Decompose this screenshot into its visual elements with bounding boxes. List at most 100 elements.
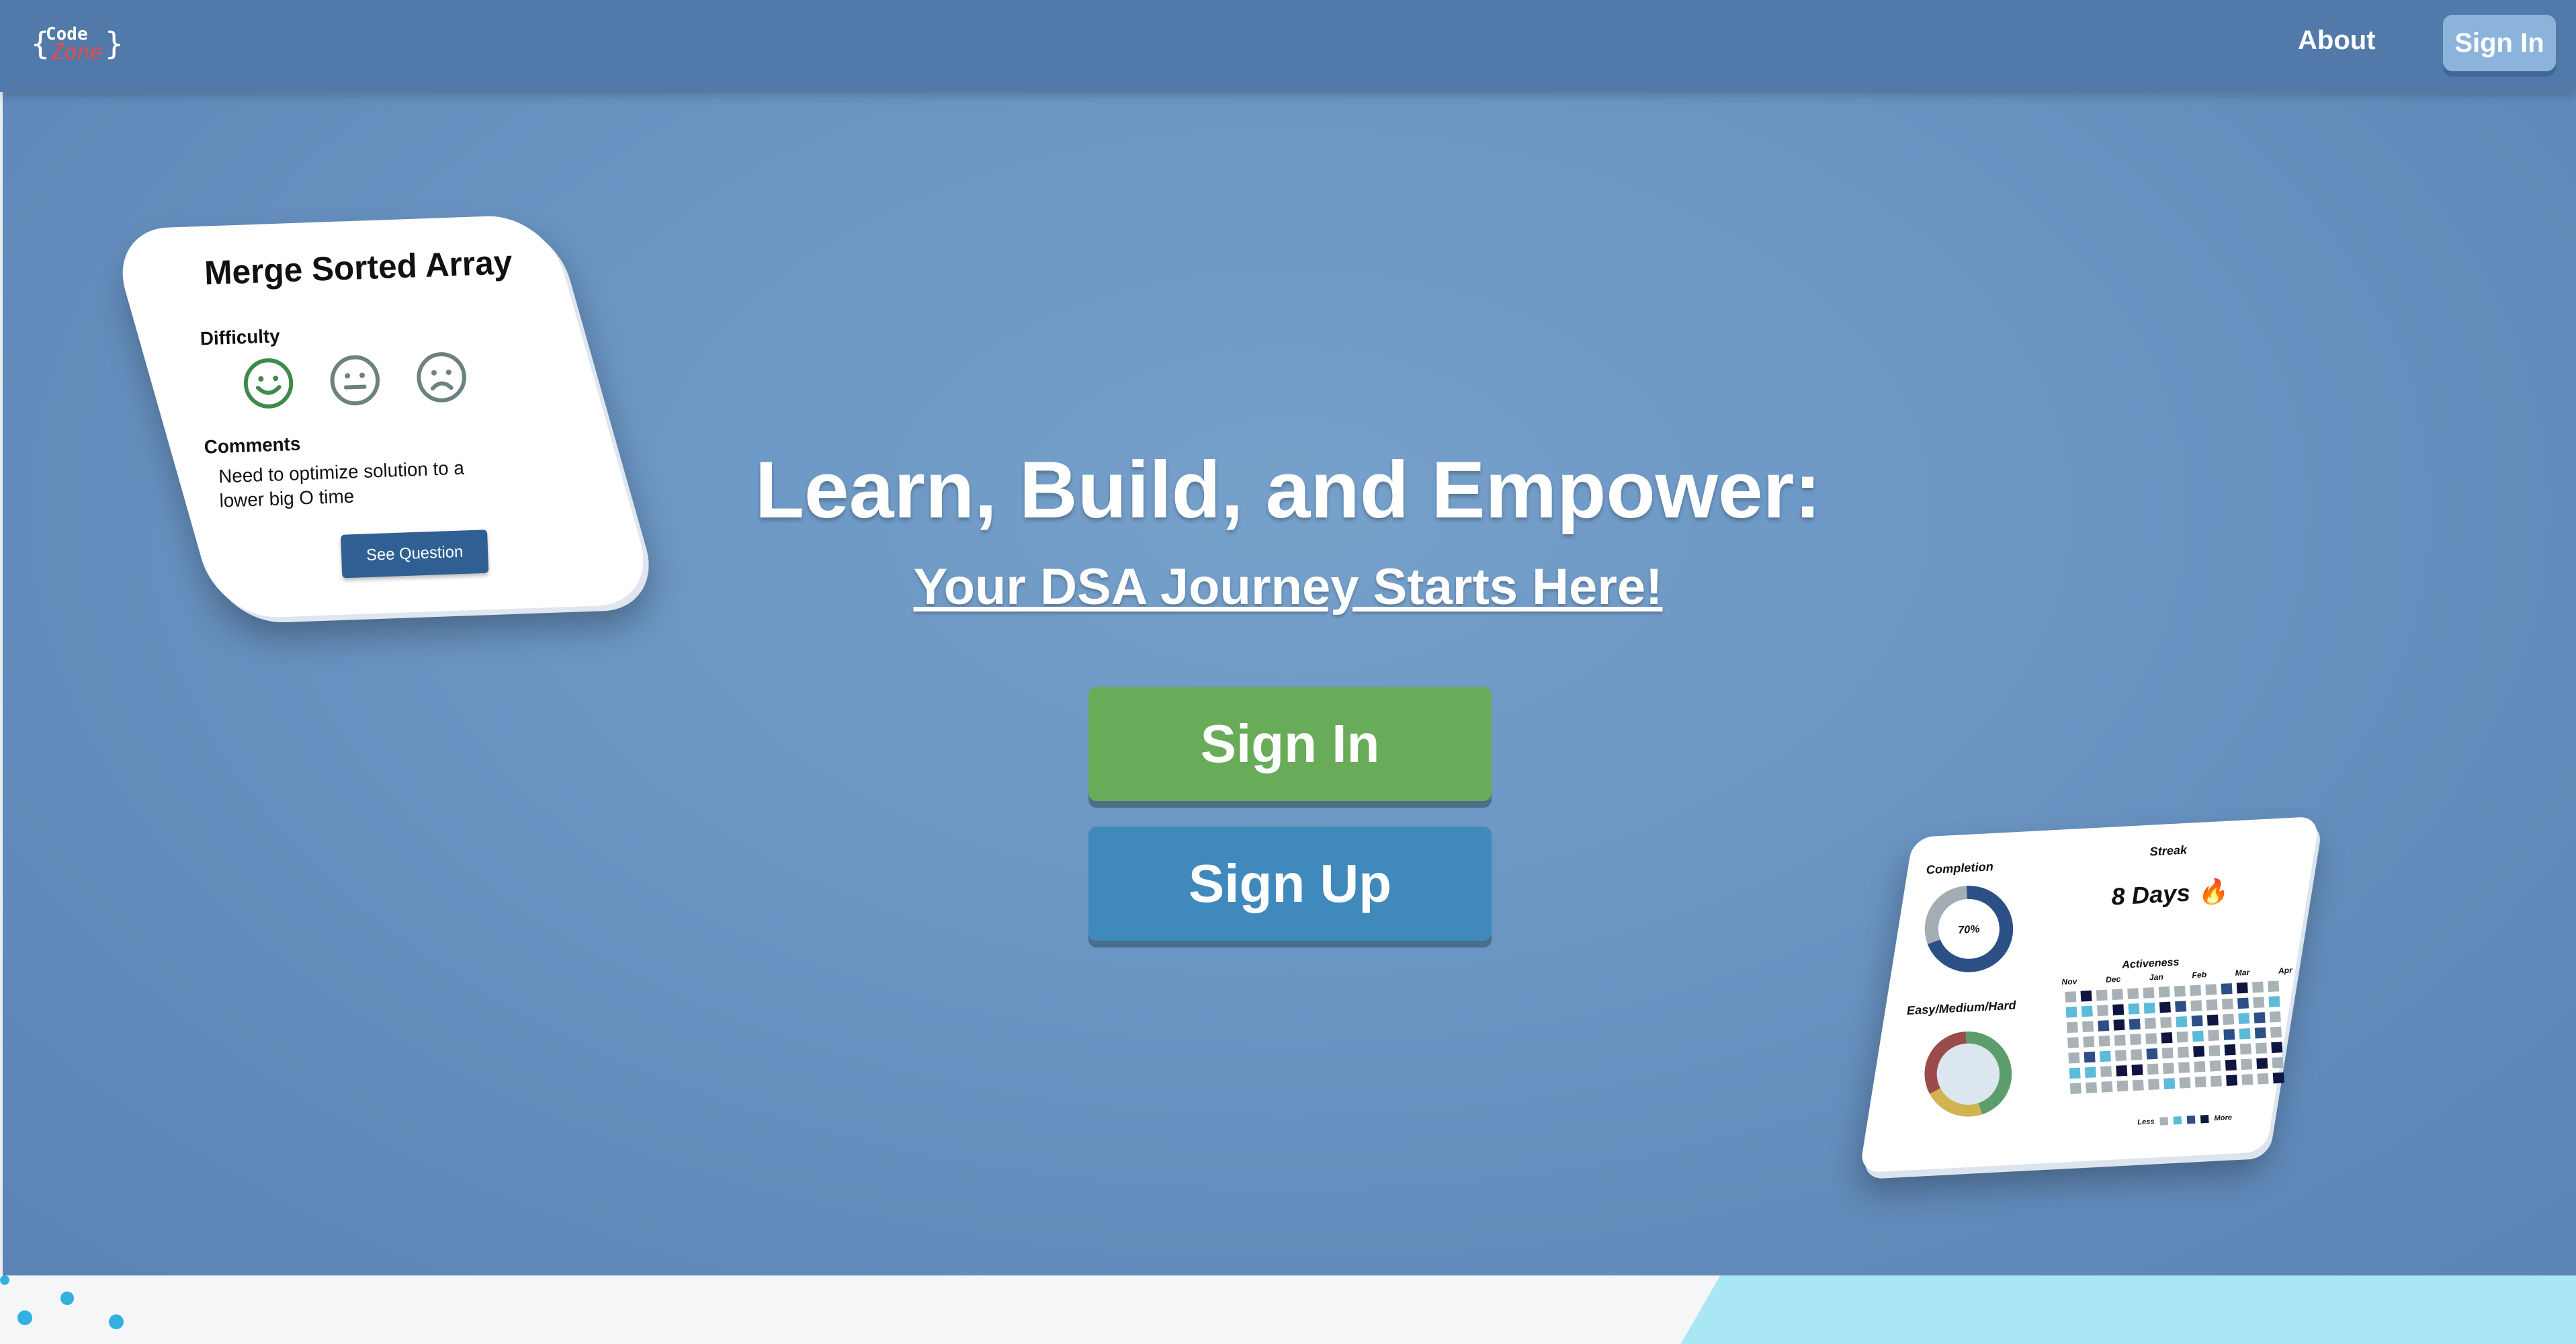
heatmap-cell [2116, 1065, 2128, 1077]
heatmap-cell [2113, 1019, 2125, 1031]
heatmap-cell [2236, 982, 2248, 994]
heatmap-cell [2160, 1017, 2172, 1028]
logo[interactable]: { Code Zone } [31, 24, 125, 65]
signup-button[interactable]: Sign Up [1088, 827, 1492, 941]
heatmap-cell [2209, 1060, 2221, 1072]
smile-face-icon[interactable] [241, 355, 296, 411]
heatmap-cell [2257, 1073, 2269, 1085]
streak-label: Streak [2149, 843, 2188, 859]
completion-donut: 70% [1924, 886, 2014, 972]
heatmap-cell [2128, 1003, 2140, 1015]
sad-face-icon[interactable] [414, 349, 469, 405]
footer-strip [0, 1275, 2576, 1344]
heatmap-cell [2098, 1020, 2110, 1032]
heatmap-cell [2272, 1057, 2284, 1068]
heatmap-cell [2223, 1029, 2235, 1040]
heatmap-cell [2066, 1021, 2078, 1034]
heatmap-cell [2111, 989, 2124, 1001]
heatmap-cell [2191, 1015, 2203, 1027]
heatmap-cell [2147, 1063, 2159, 1075]
heatmap-cell [2097, 1005, 2109, 1017]
see-question-button[interactable]: See Question [341, 530, 489, 579]
heatmap-cell [2158, 986, 2170, 998]
heatmap-cell [2225, 1059, 2237, 1071]
nav-about-link[interactable]: About [2298, 26, 2376, 56]
heatmap-cell [2252, 981, 2264, 993]
comments-label: Comments [204, 433, 301, 458]
difficulty-label: Difficulty [200, 325, 281, 349]
heatmap-cell [2067, 1037, 2079, 1048]
decor-dot [17, 1310, 32, 1325]
heatmap-cell [2210, 1075, 2222, 1087]
heatmap-cell [2112, 1004, 2124, 1015]
nav-signin-button[interactable]: Sign In [2443, 15, 2556, 71]
comment-text: Need to optimize solution to a lower big… [218, 457, 465, 511]
heatmap-cell [2131, 1064, 2143, 1076]
heatmap-cell [2068, 1052, 2080, 1064]
heatmap-cell [2221, 998, 2233, 1010]
heatmap-cell [2161, 1047, 2174, 1059]
heatmap-cell [2145, 1033, 2157, 1044]
month-label: Nov [2061, 976, 2077, 987]
heatmap-cell [2086, 1082, 2098, 1093]
heatmap-cell [2190, 984, 2202, 997]
heatmap-cell [2069, 1083, 2081, 1095]
heatmap-cell [2239, 1043, 2251, 1055]
fire-icon: 🔥 [2196, 877, 2229, 906]
heatmap-cell [2161, 1032, 2173, 1044]
heatmap-cell [2190, 1000, 2202, 1011]
heatmap-cell [2174, 985, 2186, 997]
logo-text-zone: Zone [51, 39, 103, 65]
month-label: Jan [2149, 972, 2164, 982]
heatmap-cell [2129, 1034, 2142, 1046]
heatmap-cell [2192, 1030, 2204, 1042]
heatmap-cell [2101, 1081, 2113, 1093]
legend-swatch [2186, 1116, 2196, 1124]
heatmap-cell [2065, 1006, 2077, 1018]
heatmap-cell [2268, 980, 2280, 993]
heatmap-cell [2083, 1036, 2095, 1048]
month-label: Dec [2105, 974, 2121, 984]
heatmap-cell [2131, 1049, 2143, 1060]
heatmap-cell [2268, 996, 2280, 1007]
heatmap-cell [2241, 1074, 2253, 1085]
heatmap-cell [2096, 989, 2108, 1001]
decor-dot [109, 1314, 124, 1329]
heatmap-cell [2100, 1066, 2112, 1077]
heatmap-cell [2065, 991, 2077, 1003]
heatmap-cell [2206, 1014, 2219, 1026]
heatmap-cell [2226, 1075, 2238, 1086]
heatmap-cell [2272, 1072, 2284, 1084]
heatmap-cell [2084, 1051, 2096, 1063]
heatmap-cell [2144, 1017, 2156, 1030]
navbar: { Code Zone } About Sign In [0, 0, 2576, 92]
heatmap-cell [2177, 1046, 2189, 1058]
heatmap-cell [2115, 1050, 2127, 1061]
activity-heatmap [2065, 980, 2284, 1095]
legend-more: More [2214, 1114, 2233, 1123]
heatmap-cell [2237, 997, 2249, 1009]
heatmap-cell [2238, 1013, 2250, 1024]
completion-percent: 70% [1958, 924, 1980, 936]
heatmap-cell [2239, 1028, 2251, 1040]
heatmap-cell [2175, 1001, 2187, 1013]
streak-days: 8 Days [2110, 878, 2191, 911]
neutral-face-icon[interactable] [327, 352, 382, 408]
heatmap-cell [2205, 984, 2217, 995]
footer-decoration [1666, 1275, 2576, 1344]
heatmap-cell [2193, 1046, 2205, 1057]
heatmap-cell [2176, 1031, 2188, 1043]
heatmap-cell [2224, 1044, 2236, 1056]
heatmap-cell [2269, 1011, 2281, 1023]
decor-dot [0, 1275, 9, 1285]
signin-button[interactable]: Sign In [1088, 687, 1492, 801]
heatmap-cell [2129, 1018, 2141, 1030]
month-label: Feb [2192, 970, 2207, 980]
completion-label: Completion [1926, 859, 1994, 877]
decor-dot [60, 1292, 74, 1305]
month-label: Apr [2278, 965, 2293, 976]
heatmap-cell [2162, 1062, 2174, 1075]
heatmap-cell [2127, 988, 2139, 999]
heatmap-cell [2163, 1078, 2176, 1089]
heatmap-cell [2194, 1076, 2206, 1088]
